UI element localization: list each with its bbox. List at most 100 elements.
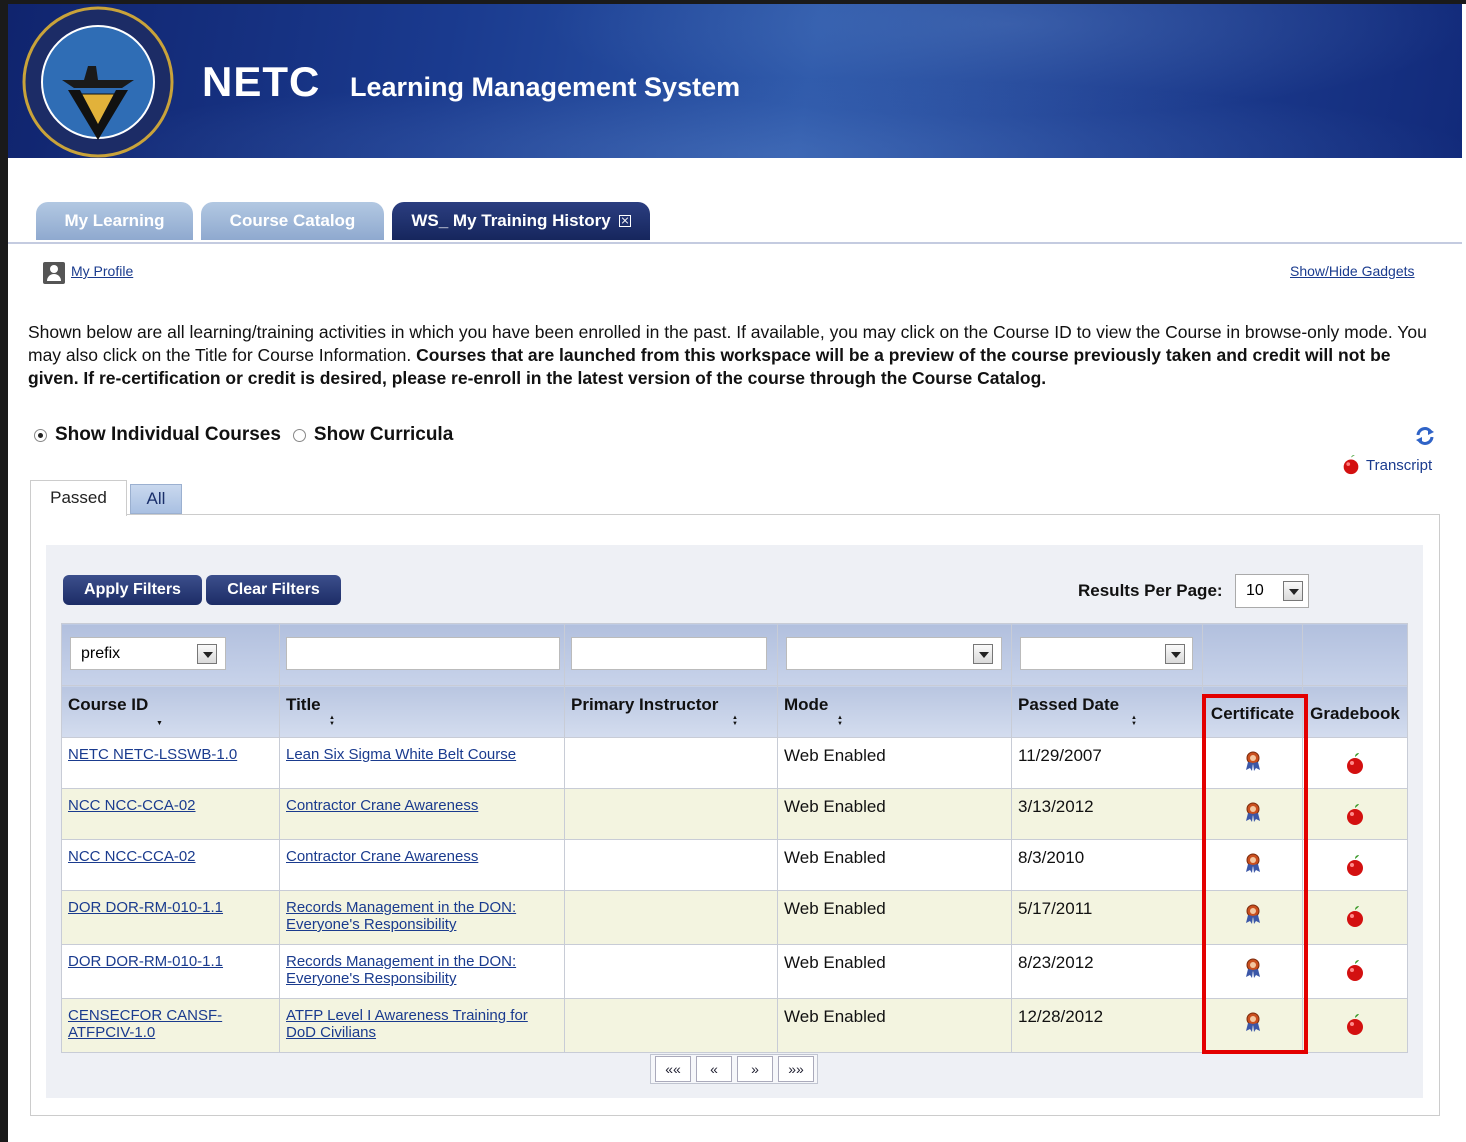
mode-filter-select[interactable]	[786, 637, 1002, 670]
filter-cell-gradebook	[1302, 623, 1408, 686]
cell-passed-date: 12/28/2012	[1011, 998, 1203, 1053]
cell-gradebook	[1302, 839, 1408, 891]
course-id-link[interactable]: NCC NCC-CCA-02	[68, 797, 196, 814]
filter-cell-certificate	[1202, 623, 1303, 686]
results-per-page-select[interactable]: 10	[1235, 574, 1309, 608]
tab-label: My Learning	[64, 211, 165, 230]
course-id-filter-value: prefix	[81, 645, 121, 662]
apple-icon[interactable]	[1343, 905, 1367, 929]
tab-label: Course Catalog	[229, 211, 356, 230]
col-title-label: Title	[286, 695, 321, 714]
course-id-link[interactable]: DOR DOR-RM-010-1.1	[68, 953, 223, 970]
col-gradebook: Gradebook	[1302, 685, 1408, 738]
tab-course-catalog[interactable]: Course Catalog	[201, 202, 384, 240]
cell-mode: Web Enabled	[777, 788, 1012, 840]
brand-subtitle: Learning Management System	[350, 72, 741, 102]
cell-title: Contractor Crane Awareness	[279, 788, 565, 840]
col-passed-date[interactable]: Passed Date	[1011, 685, 1203, 738]
cell-instructor	[564, 737, 778, 789]
apple-icon[interactable]	[1343, 959, 1367, 983]
course-title-link[interactable]: Contractor Crane Awareness	[286, 797, 478, 814]
netc-seal-logo	[22, 6, 174, 158]
chevron-down-icon[interactable]	[1165, 644, 1185, 664]
cell-course-id: NCC NCC-CCA-02	[61, 788, 280, 840]
show-individual-label[interactable]: Show Individual Courses	[55, 424, 281, 446]
title-filter-input[interactable]	[286, 637, 560, 670]
my-profile-link[interactable]: My Profile	[71, 263, 133, 279]
show-hide-gadgets-link[interactable]: Show/Hide Gadgets	[1290, 263, 1415, 279]
cell-gradebook	[1302, 998, 1408, 1053]
pager-last-button[interactable]: »»	[778, 1056, 814, 1082]
show-curricula-radio[interactable]	[292, 428, 306, 442]
subtab-passed[interactable]: Passed	[30, 480, 127, 516]
chevron-down-icon[interactable]	[973, 644, 993, 664]
cell-title: Contractor Crane Awareness	[279, 839, 565, 891]
course-id-link[interactable]: NCC NCC-CCA-02	[68, 848, 196, 865]
cell-title: ATFP Level I Awareness Training for DoD …	[279, 998, 565, 1053]
cell-gradebook	[1302, 890, 1408, 945]
apply-filters-button[interactable]: Apply Filters	[63, 575, 202, 605]
col-passed-date-label: Passed Date	[1018, 695, 1120, 714]
pager-prev-button[interactable]: «	[696, 1056, 732, 1082]
course-title-link[interactable]: Records Management in the DON: Everyone'…	[286, 899, 516, 933]
cell-title: Lean Six Sigma White Belt Course	[279, 737, 565, 789]
filter-row: prefix	[61, 623, 1408, 686]
transcript-link[interactable]: Transcript	[1366, 457, 1432, 474]
cell-passed-date: 5/17/2011	[1011, 890, 1203, 945]
profile-icon	[43, 262, 65, 284]
cell-course-id: DOR DOR-RM-010-1.1	[61, 890, 280, 945]
course-title-link[interactable]: Records Management in the DON: Everyone'…	[286, 953, 516, 987]
course-id-filter-select[interactable]: prefix	[70, 637, 226, 670]
course-id-link[interactable]: DOR DOR-RM-010-1.1	[68, 899, 223, 916]
cell-mode: Web Enabled	[777, 944, 1012, 999]
cell-mode: Web Enabled	[777, 839, 1012, 891]
cell-passed-date: 3/13/2012	[1011, 788, 1203, 840]
cell-gradebook	[1302, 788, 1408, 840]
chevron-down-icon[interactable]	[1283, 581, 1303, 601]
pager-next-button[interactable]: »	[737, 1056, 773, 1082]
tab-my-training-history[interactable]: WS_ My Training History	[392, 202, 650, 240]
tab-my-learning[interactable]: My Learning	[36, 202, 193, 240]
cell-instructor	[564, 839, 778, 891]
show-curricula-label[interactable]: Show Curricula	[314, 424, 453, 446]
show-individual-radio[interactable]	[34, 428, 47, 442]
filter-cell-title	[279, 623, 565, 686]
col-title[interactable]: Title	[279, 685, 565, 738]
cell-instructor	[564, 944, 778, 999]
course-id-link[interactable]: NETC NETC-LSSWB-1.0	[68, 746, 237, 763]
cell-passed-date: 8/23/2012	[1011, 944, 1203, 999]
course-title-link[interactable]: ATFP Level I Awareness Training for DoD …	[286, 1007, 528, 1041]
apple-icon[interactable]	[1343, 1013, 1367, 1037]
cell-course-id: CENSECFOR CANSF-ATFPCIV-1.0	[61, 998, 280, 1053]
tab-label: WS_ My Training History	[411, 211, 611, 230]
filter-cell-passed-date	[1011, 623, 1203, 686]
close-tab-icon[interactable]	[618, 215, 631, 227]
col-instructor[interactable]: Primary Instructor	[564, 685, 778, 738]
cell-title: Records Management in the DON: Everyone'…	[279, 944, 565, 999]
col-course-id-label: Course ID	[68, 695, 149, 714]
transcript-link-group[interactable]: Transcript	[1340, 454, 1432, 476]
clear-filters-button[interactable]: Clear Filters	[206, 575, 341, 605]
cell-course-id: NCC NCC-CCA-02	[61, 839, 280, 891]
cell-instructor	[564, 998, 778, 1053]
apple-icon[interactable]	[1343, 854, 1367, 878]
apple-icon[interactable]	[1343, 803, 1367, 827]
instructor-filter-input[interactable]	[571, 637, 767, 670]
apple-icon	[1343, 455, 1359, 475]
apple-icon[interactable]	[1343, 752, 1367, 776]
passed-date-filter-select[interactable]	[1020, 637, 1193, 670]
brand-title: NETC	[202, 58, 321, 105]
col-mode[interactable]: Mode	[777, 685, 1012, 738]
refresh-icon[interactable]	[1414, 426, 1436, 446]
course-id-link[interactable]: CENSECFOR CANSF-ATFPCIV-1.0	[68, 1007, 222, 1041]
left-border	[0, 0, 8, 1142]
cell-mode: Web Enabled	[777, 737, 1012, 789]
course-title-link[interactable]: Lean Six Sigma White Belt Course	[286, 746, 516, 763]
chevron-down-icon[interactable]	[197, 644, 217, 664]
col-course-id[interactable]: Course ID	[61, 685, 280, 738]
pager-first-button[interactable]: ««	[655, 1056, 691, 1082]
subtab-all[interactable]: All	[130, 484, 182, 514]
col-gradebook-label: Gradebook	[1310, 704, 1400, 723]
course-title-link[interactable]: Contractor Crane Awareness	[286, 848, 478, 865]
cell-instructor	[564, 890, 778, 945]
